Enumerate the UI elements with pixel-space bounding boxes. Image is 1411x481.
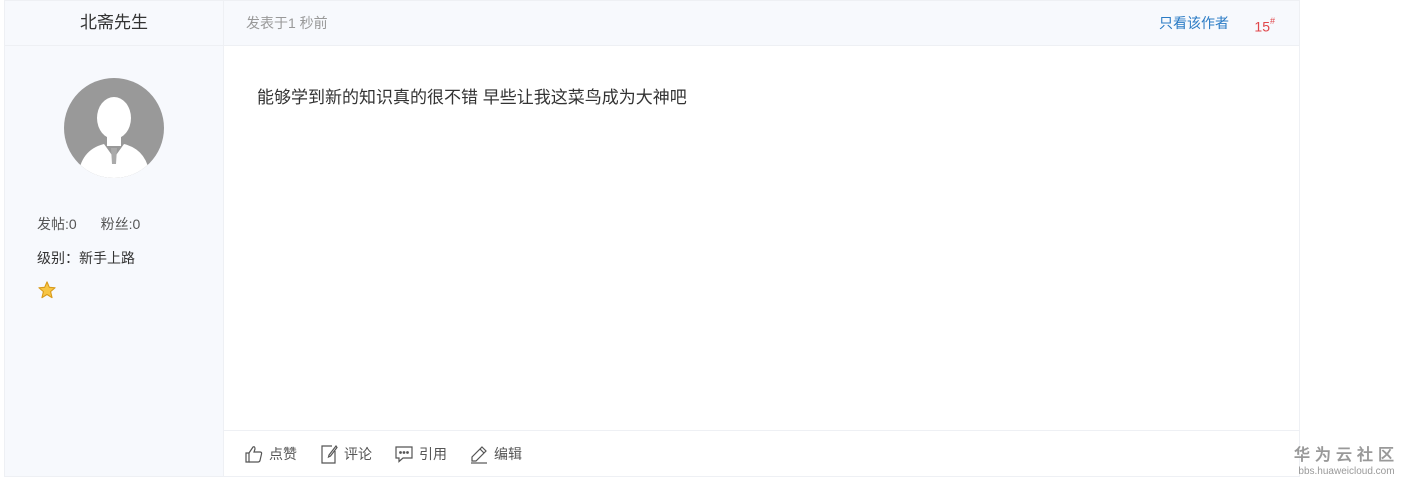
star-level-icon (38, 281, 56, 299)
comment-label: 评论 (344, 445, 372, 462)
forum-post: 北斋先生 发帖:0 粉丝:0 级别：新手上路 发表于1 秒前 只看该作者 15# (4, 0, 1300, 477)
post-time: 发表于1 秒前 (246, 15, 328, 31)
post-header: 发表于1 秒前 只看该作者 15# (224, 1, 1299, 46)
comment-button[interactable]: 评论 (319, 444, 372, 464)
quote-bubble-icon (395, 445, 413, 463)
post-main: 发表于1 秒前 只看该作者 15# 能够学到新的知识真的很不错 早些让我这菜鸟成… (224, 1, 1299, 476)
quote-label: 引用 (419, 445, 447, 462)
watermark-url: bbs.huaweicloud.com (1298, 466, 1395, 477)
author-name[interactable]: 北斋先生 (5, 1, 223, 46)
watermark: 华为云社区 bbs.huaweicloud.com (1294, 441, 1399, 477)
author-sidebar: 北斋先生 发帖:0 粉丝:0 级别：新手上路 (5, 1, 224, 476)
post-content: 能够学到新的知识真的很不错 早些让我这菜鸟成为大神吧 (257, 88, 687, 107)
author-stats: 发帖:0 粉丝:0 (37, 214, 160, 234)
watermark-title: 华为云社区 (1293, 447, 1399, 464)
edit-label: 编辑 (494, 445, 522, 462)
thumbs-up-icon (245, 445, 263, 463)
post-actions: 点赞 评论 引用 编辑 (224, 430, 1299, 476)
floor-mark: # (1269, 16, 1275, 26)
avatar[interactable] (64, 78, 164, 178)
floor-number: 15# (1254, 1, 1275, 49)
fan-count: 粉丝:0 (100, 216, 141, 232)
floor-value: 15 (1254, 18, 1270, 35)
like-button[interactable]: 点赞 (244, 444, 297, 464)
author-level: 级别：新手上路 (37, 250, 135, 266)
edit-button[interactable]: 编辑 (469, 444, 522, 464)
pen-icon (471, 445, 487, 464)
only-author-link[interactable]: 只看该作者 (1159, 1, 1229, 45)
comment-edit-icon (321, 444, 338, 464)
post-count: 发帖:0 (37, 216, 77, 232)
quote-button[interactable]: 引用 (394, 444, 447, 464)
like-label: 点赞 (269, 445, 297, 462)
